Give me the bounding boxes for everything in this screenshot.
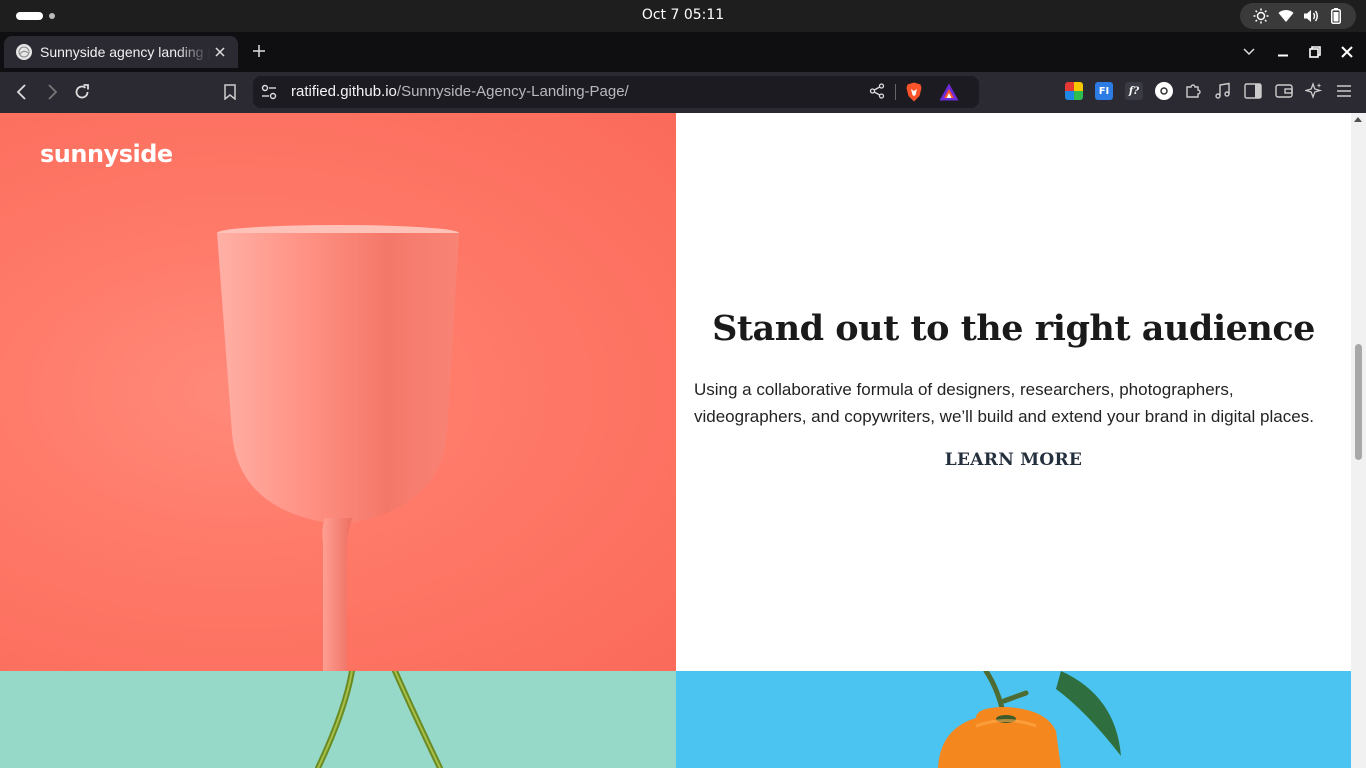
system-tray[interactable] — [1240, 3, 1356, 29]
fi-ext-label: FI — [1098, 85, 1110, 97]
url-bar-divider — [895, 84, 896, 100]
tab-list-chevron-down-icon[interactable] — [1237, 40, 1261, 64]
new-tab-icon[interactable] — [248, 40, 270, 62]
music-icon[interactable] — [1214, 82, 1232, 100]
color-picker-ext-icon[interactable] — [1065, 82, 1083, 100]
sidebar-icon[interactable] — [1244, 82, 1262, 100]
cherry-stems-illustration — [315, 671, 443, 768]
menu-icon[interactable] — [1335, 82, 1353, 100]
feature-panel: Stand out to the right audience Using a … — [676, 113, 1351, 671]
address-bar[interactable]: ratified.github.io/Sunnyside-Agency-Land… — [253, 76, 979, 108]
feature-description: Using a collaborative formula of designe… — [694, 380, 1314, 426]
puzzle-icon[interactable] — [1184, 82, 1202, 100]
url-text: ratified.github.io/Sunnyside-Agency-Land… — [291, 83, 629, 100]
os-top-bar: Oct 7 05:11 — [0, 0, 1366, 32]
url-host: ratified.github.io — [291, 83, 397, 100]
fx-ext-label: f? — [1128, 85, 1140, 97]
reload-icon[interactable] — [70, 80, 94, 104]
share-icon[interactable] — [869, 83, 887, 101]
circle-ext-icon[interactable] — [1155, 82, 1173, 100]
wallet-icon[interactable] — [1275, 82, 1293, 100]
globe-favicon-icon — [16, 44, 32, 60]
learn-more-link[interactable]: LEARN MORE — [942, 450, 1085, 470]
restore-icon[interactable] — [1303, 40, 1327, 64]
brave-rewards-icon[interactable] — [939, 83, 959, 101]
browser-toolbar: ratified.github.io/Sunnyside-Agency-Land… — [0, 72, 1366, 113]
brightness-icon — [1252, 7, 1270, 25]
close-tab-icon[interactable] — [210, 42, 230, 62]
cherries-image — [0, 671, 676, 768]
feature-heading: Stand out to the right audience — [712, 308, 1315, 349]
orange-illustration — [938, 671, 1121, 768]
tab-title: Sunnyside agency landing page — [40, 44, 210, 60]
orange-image — [676, 671, 1351, 768]
wifi-icon — [1277, 7, 1295, 25]
glass-illustration — [217, 225, 459, 671]
minimize-icon[interactable] — [1271, 40, 1295, 64]
bookmark-icon[interactable] — [218, 80, 242, 104]
url-path: /Sunnyside-Agency-Landing-Page/ — [396, 83, 629, 100]
brave-shields-icon[interactable] — [905, 82, 923, 102]
scrollbar-thumb[interactable] — [1355, 344, 1362, 460]
fi-ext-icon[interactable]: FI — [1095, 82, 1113, 100]
system-clock[interactable]: Oct 7 05:11 — [0, 7, 1366, 23]
fx-ext-icon[interactable]: f? — [1125, 82, 1143, 100]
scroll-up-arrow-icon[interactable] — [1354, 117, 1362, 122]
site-settings-icon[interactable] — [261, 84, 277, 100]
hero-glass-image: sunnyside — [0, 113, 676, 671]
tab-strip: Sunnyside agency landing page — [0, 32, 1366, 72]
page-scrollbar[interactable] — [1351, 113, 1366, 768]
back-arrow-icon[interactable] — [10, 80, 34, 104]
volume-icon — [1302, 7, 1320, 25]
close-window-icon[interactable] — [1335, 40, 1359, 64]
forward-arrow-icon[interactable] — [40, 80, 64, 104]
tab-sunnyside[interactable]: Sunnyside agency landing page — [4, 36, 238, 68]
page-viewport: sunnyside Stand out to the right audienc… — [0, 113, 1351, 768]
leo-ai-icon[interactable] — [1305, 82, 1323, 100]
learn-more-label: LEARN MORE — [944, 450, 1083, 470]
battery-icon — [1327, 7, 1345, 25]
sunnyside-logo[interactable]: sunnyside — [40, 140, 173, 168]
learn-more-wrapper: LEARN MORE — [676, 450, 1351, 470]
